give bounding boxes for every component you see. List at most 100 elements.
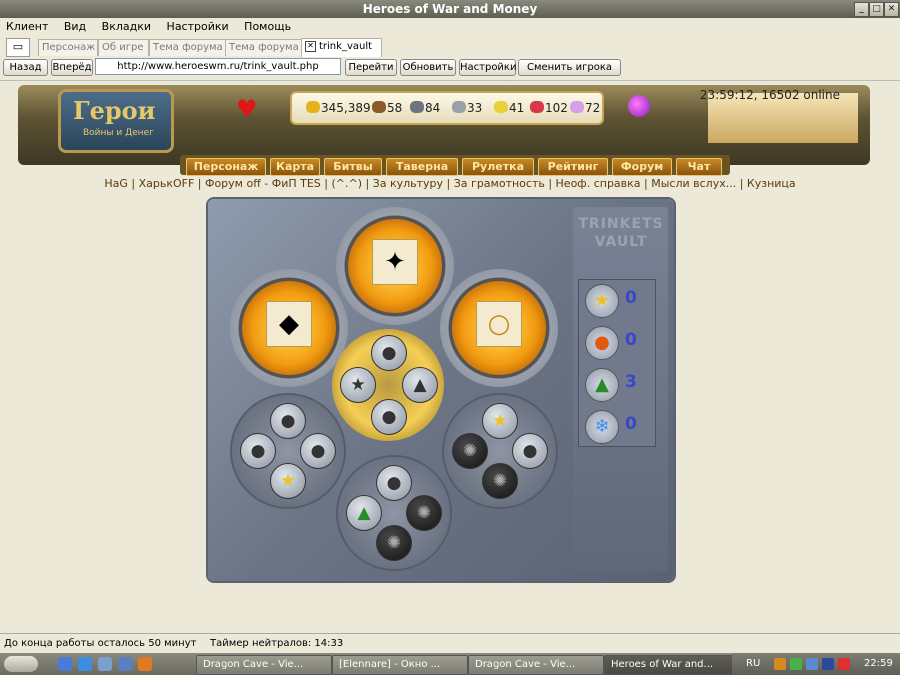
nav-character[interactable]: Персонаж (186, 158, 266, 176)
tray-app-icon[interactable] (774, 658, 786, 670)
forward-button[interactable]: Вперёд (51, 59, 93, 76)
gems-resource: 72 (570, 101, 600, 115)
pumpkin-slot-icon: ● (240, 433, 276, 469)
menu-settings[interactable]: Настройки (161, 18, 235, 35)
menu-bar: Клиент Вид Вкладки Настройки Помощь (0, 18, 900, 36)
left-wheel[interactable]: ● ● ● ★ (230, 393, 346, 509)
browser-icon[interactable] (98, 657, 112, 671)
nav-chat[interactable]: Чат (676, 158, 722, 176)
mana-flask-icon (628, 95, 650, 117)
explorer-icon[interactable] (118, 657, 132, 671)
snowflake-dark-slot-icon: ✺ (406, 495, 442, 531)
tray-app-icon[interactable] (822, 658, 834, 670)
pumpkin-slot-icon: ● (371, 335, 407, 371)
dark-star-slot-icon: ★ (340, 367, 376, 403)
sulfur-icon (494, 101, 508, 113)
game-logo[interactable]: Герои Войны и Денег (58, 89, 174, 153)
trinkets-vault: TRINKETS VAULT ★ 0 ● 0 ▲ 3 ❄ 0 ✦ ◆ ○ ● ★… (208, 199, 674, 581)
logo-subtitle: Войны и Денег (83, 128, 154, 138)
tab-about-game[interactable]: Об игре (98, 39, 149, 56)
counter-snowflake: ❄ 0 (583, 410, 653, 444)
tray-app-icon[interactable] (790, 658, 802, 670)
back-button[interactable]: Назад (3, 59, 48, 76)
tab-personazh[interactable]: Персонаж (38, 39, 98, 56)
tab-bar: ▭ Персонаж Об игре Тема форума Тема фору… (0, 37, 900, 57)
counter-star: ★ 0 (583, 284, 653, 318)
nav-rating[interactable]: Рейтинг (538, 158, 608, 176)
minimize-button[interactable]: _ (854, 2, 869, 17)
go-button[interactable]: Перейти (345, 59, 397, 76)
menu-help[interactable]: Помощь (238, 18, 297, 35)
pumpkin-icon: ● (585, 326, 619, 360)
start-button[interactable] (4, 656, 38, 672)
tree-icon: ▲ (585, 368, 619, 402)
switch-player-button[interactable]: Сменить игрока (518, 59, 621, 76)
nav-battles[interactable]: Битвы (324, 158, 382, 176)
crystal-resource: 102 (530, 101, 568, 115)
center-wheel[interactable]: ● ★ ▲ ● (332, 329, 444, 441)
tab-trink-vault[interactable]: ✕ trink_vault (301, 38, 382, 57)
tab-forum-topic-1[interactable]: Тема форума (149, 39, 226, 56)
system-tray: RU 22:59 (732, 653, 900, 675)
pumpkin-slot-icon: ● (512, 433, 548, 469)
crystal-icon (530, 101, 544, 113)
snowflake-dark-slot-icon: ✺ (482, 463, 518, 499)
close-button[interactable]: ✕ (884, 2, 899, 17)
nav-map[interactable]: Карта (270, 158, 320, 176)
nav-tavern[interactable]: Таверна (386, 158, 458, 176)
chest-left[interactable]: ◆ (230, 269, 348, 387)
new-tab-icon[interactable]: ▭ (6, 38, 30, 57)
nav-forum[interactable]: Форум (612, 158, 672, 176)
menu-tabs[interactable]: Вкладки (96, 18, 157, 35)
clock: 22:59 (864, 658, 893, 669)
wood-resource: 58 (372, 101, 402, 115)
close-tab-icon[interactable]: ✕ (305, 40, 316, 52)
right-wheel[interactable]: ★ ✺ ● ✺ (442, 393, 558, 509)
pumpkin-slot-icon: ● (371, 399, 407, 435)
task-heroes[interactable]: Heroes of War and... (604, 655, 738, 675)
nav-roulette[interactable]: Рулетка (462, 158, 534, 176)
language-indicator[interactable]: RU (746, 653, 760, 675)
task-elennare[interactable]: [Elennare] - Окно ... (332, 655, 468, 675)
chest-top[interactable]: ✦ (336, 207, 454, 325)
tab-forum-topic-2[interactable]: Тема форума (225, 39, 302, 56)
bottom-wheel[interactable]: ● ▲ ✺ ✺ (336, 455, 452, 571)
chest-right[interactable]: ○ (440, 269, 558, 387)
settings-button[interactable]: Настройки (459, 59, 516, 76)
snowflake-dark-slot-icon: ✺ (376, 525, 412, 561)
mercury-icon (452, 101, 466, 113)
star-slot-icon: ★ (270, 463, 306, 499)
crystal-gem-icon: ◆ (266, 301, 312, 347)
pumpkin-slot-icon: ● (300, 433, 336, 469)
show-desktop-icon[interactable] (58, 657, 72, 671)
firefox-icon[interactable] (138, 657, 152, 671)
counter-tree: ▲ 3 (583, 368, 653, 402)
ie-icon[interactable] (78, 657, 92, 671)
trinket-counter-panel: ★ 0 ● 0 ▲ 3 ❄ 0 (578, 279, 656, 447)
neutral-timer: Таймер нейтралов: 14:33 (210, 638, 344, 649)
resource-bar: 345,389 58 84 33 41 102 72 (290, 91, 604, 125)
quick-links[interactable]: HaG | ХарькOFF | Форум off - ФиП TES | (… (0, 177, 900, 190)
pumpkin-slot-icon: ● (376, 465, 412, 501)
tray-app-icon[interactable] (806, 658, 818, 670)
task-dragon-cave-1[interactable]: Dragon Cave - Vie... (196, 655, 332, 675)
refresh-button[interactable]: Обновить (400, 59, 456, 76)
tree-slot-icon: ▲ (346, 495, 382, 531)
counter-pumpkin: ● 0 (583, 326, 653, 360)
tab-trink-vault-label: trink_vault (319, 41, 373, 52)
gold-resource: 345,389 (306, 101, 371, 115)
health-heart-icon: ♥ (236, 95, 258, 123)
taskbar: Dragon Cave - Vie... [Elennare] - Окно .… (0, 653, 900, 675)
mercury-resource: 33 (452, 101, 482, 115)
maximize-button[interactable]: □ (869, 2, 884, 17)
star-slot-icon: ★ (482, 403, 518, 439)
menu-client[interactable]: Клиент (0, 18, 54, 35)
menu-view[interactable]: Вид (58, 18, 92, 35)
task-dragon-cave-2[interactable]: Dragon Cave - Vie... (468, 655, 604, 675)
antivirus-icon[interactable] (838, 658, 850, 670)
white-tree-slot-icon: ▲ (402, 367, 438, 403)
logo-title: Герои (73, 96, 156, 125)
url-input[interactable]: http://www.heroeswm.ru/trink_vault.php (95, 58, 341, 75)
navigation-bar: Назад Вперёд http://www.heroeswm.ru/trin… (0, 57, 900, 77)
window-title: Heroes of War and Money (362, 2, 538, 16)
